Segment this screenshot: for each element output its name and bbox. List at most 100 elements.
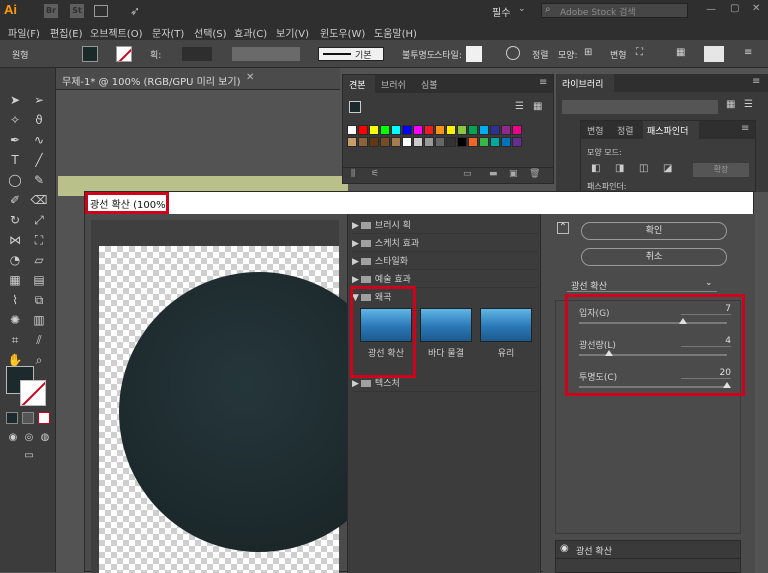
ellipse-tool-icon[interactable]: ◯ <box>6 172 24 188</box>
stock-search-field[interactable]: ⌕ Adobe Stock 검색 <box>541 3 688 18</box>
swatch-chip[interactable] <box>501 125 511 135</box>
swatch-chip[interactable] <box>490 137 500 147</box>
artboard-tool-icon[interactable]: ⌗ <box>6 332 24 348</box>
swatch-chip[interactable] <box>479 125 489 135</box>
menu-view[interactable]: 보기(V) <box>276 25 309 40</box>
menu-window[interactable]: 윈도우(W) <box>320 25 365 40</box>
library-select[interactable] <box>562 100 718 114</box>
blend-tool-icon[interactable]: ⧉ <box>30 292 48 308</box>
brush-definition-select[interactable]: 기본 <box>318 47 384 61</box>
mesh-tool-icon[interactable]: ▦ <box>6 272 24 288</box>
symbol-sprayer-icon[interactable]: ✺ <box>6 312 24 328</box>
rotate-tool-icon[interactable]: ↻ <box>6 212 24 228</box>
folder-texture[interactable]: ▶ 텍스처 <box>352 376 538 392</box>
swatch-fill-indicator[interactable] <box>349 101 361 113</box>
perspective-grid-icon[interactable]: ▱ <box>30 252 48 268</box>
align-link[interactable]: 정렬 <box>532 48 549 61</box>
tab-libraries[interactable]: 라이브러리 <box>556 74 614 92</box>
stroke-color-box[interactable] <box>20 380 46 406</box>
swatch-chip[interactable] <box>391 125 401 135</box>
swatch-kind-icon[interactable]: ⚟ <box>371 169 379 179</box>
swatch-chip[interactable] <box>424 137 434 147</box>
menu-edit[interactable]: 편집(E) <box>50 25 83 40</box>
swatch-chip[interactable] <box>402 125 412 135</box>
curvature-tool-icon[interactable]: ∿ <box>30 132 48 148</box>
folder-stylize[interactable]: ▶ 스타일화 <box>352 254 538 270</box>
shape-link[interactable]: 모양: <box>558 48 578 61</box>
effect-layer-row[interactable]: ◉ 광선 확산 <box>556 541 740 559</box>
arrange-documents-icon[interactable] <box>94 5 108 17</box>
libraries-menu-icon[interactable]: ≡ <box>752 76 760 87</box>
swatch-chip[interactable] <box>468 137 478 147</box>
tab-align[interactable]: 정렬 <box>617 124 634 137</box>
gradient-tool-icon[interactable]: ▤ <box>30 272 48 288</box>
fill-swatch[interactable] <box>82 46 98 62</box>
document-close-icon[interactable]: ✕ <box>246 72 254 83</box>
intersect-icon[interactable]: ◫ <box>639 163 648 174</box>
gpu-rocket-icon[interactable]: ➶ <box>130 4 140 18</box>
eyedropper-icon[interactable]: ⌇ <box>6 292 24 308</box>
slice-tool-icon[interactable]: ⫽ <box>30 332 48 348</box>
free-transform-icon[interactable]: ⛶ <box>30 232 48 248</box>
shape-builder-icon[interactable]: ◔ <box>6 252 24 268</box>
workspace-switcher[interactable]: 필수 <box>492 4 510 19</box>
swatch-chip[interactable] <box>380 137 390 147</box>
stroke-swatch[interactable] <box>116 46 132 62</box>
document-tab[interactable]: 무제-1* @ 100% (RGB/GPU 미리 보기) ✕ <box>56 68 340 90</box>
isolate-object-icon[interactable]: ⛶ <box>636 47 643 58</box>
folder-sketch[interactable]: ▶ 스케치 효과 <box>352 236 538 252</box>
selection-tool-icon[interactable]: ➤ <box>6 92 24 108</box>
menu-select[interactable]: 선택(S) <box>194 25 227 40</box>
pen-tool-icon[interactable]: ✒ <box>6 132 24 148</box>
swatch-chip[interactable] <box>446 137 456 147</box>
minus-front-icon[interactable]: ◨ <box>615 163 624 174</box>
swatch-chip[interactable] <box>369 125 379 135</box>
swatches-menu-icon[interactable]: ≡ <box>539 77 547 88</box>
thumb-ocean-ripple[interactable]: 바다 물결 <box>420 308 476 359</box>
exclude-icon[interactable]: ◪ <box>663 163 672 174</box>
bridge-icon[interactable]: Br <box>44 4 58 18</box>
opacity-label[interactable]: 불투명도 <box>402 48 435 61</box>
scale-tool-icon[interactable]: ⤢ <box>30 212 48 228</box>
visibility-eye-icon[interactable]: ◉ <box>560 543 569 554</box>
preview-area[interactable] <box>91 220 399 573</box>
panel-menu-icon[interactable]: ≡ <box>744 47 752 58</box>
graph-tool-icon[interactable]: ▥ <box>30 312 48 328</box>
swatch-chip[interactable] <box>424 125 434 135</box>
swatch-chip[interactable] <box>501 137 511 147</box>
new-folder-icon[interactable]: ▬ <box>489 169 498 179</box>
cancel-button[interactable]: 취소 <box>581 248 727 266</box>
menu-effect[interactable]: 효과(C) <box>234 25 267 40</box>
swatch-chip[interactable] <box>479 137 489 147</box>
eraser-icon[interactable]: ⌫ <box>30 192 48 208</box>
recolor-artwork-icon[interactable] <box>506 46 520 60</box>
direct-selection-tool-icon[interactable]: ➢ <box>30 92 48 108</box>
shape-properties-icon[interactable]: ⊞ <box>584 47 592 58</box>
grid-view-icon[interactable]: ▦ <box>533 101 542 112</box>
lasso-icon[interactable]: ϑ <box>30 112 48 128</box>
thumb-glass[interactable]: 유리 <box>480 308 536 359</box>
swatch-chip[interactable] <box>413 125 423 135</box>
swatch-chip[interactable] <box>380 125 390 135</box>
tab-pathfinder[interactable]: 패스파인더 <box>643 121 699 139</box>
width-tool-icon[interactable]: ⋈ <box>6 232 24 248</box>
magic-wand-icon[interactable]: ✧ <box>6 112 24 128</box>
swatch-chip[interactable] <box>358 125 368 135</box>
menu-help[interactable]: 도움말(H) <box>374 25 417 40</box>
gradient-mode-icon[interactable] <box>22 412 34 424</box>
unite-icon[interactable]: ◧ <box>591 163 600 174</box>
stroke-weight-field[interactable] <box>182 47 212 61</box>
swatch-chip[interactable] <box>457 125 467 135</box>
draw-inside-icon[interactable]: ◍ <box>36 430 54 446</box>
folder-brush-strokes[interactable]: ▶ 브러시 획 <box>352 218 538 234</box>
color-mode-icon[interactable] <box>6 412 18 424</box>
type-tool-icon[interactable]: T <box>6 152 24 168</box>
filter-select[interactable]: 광선 확산 ⌄ <box>567 278 717 292</box>
align-selection-icon[interactable] <box>704 46 724 62</box>
swatch-chip[interactable] <box>457 137 467 147</box>
tab-swatches[interactable]: 견본 <box>343 75 375 93</box>
swatch-chip[interactable] <box>446 125 456 135</box>
line-tool-icon[interactable]: ╱ <box>30 152 48 168</box>
close-icon[interactable]: ✕ <box>752 3 760 14</box>
swatch-chip[interactable] <box>391 137 401 147</box>
